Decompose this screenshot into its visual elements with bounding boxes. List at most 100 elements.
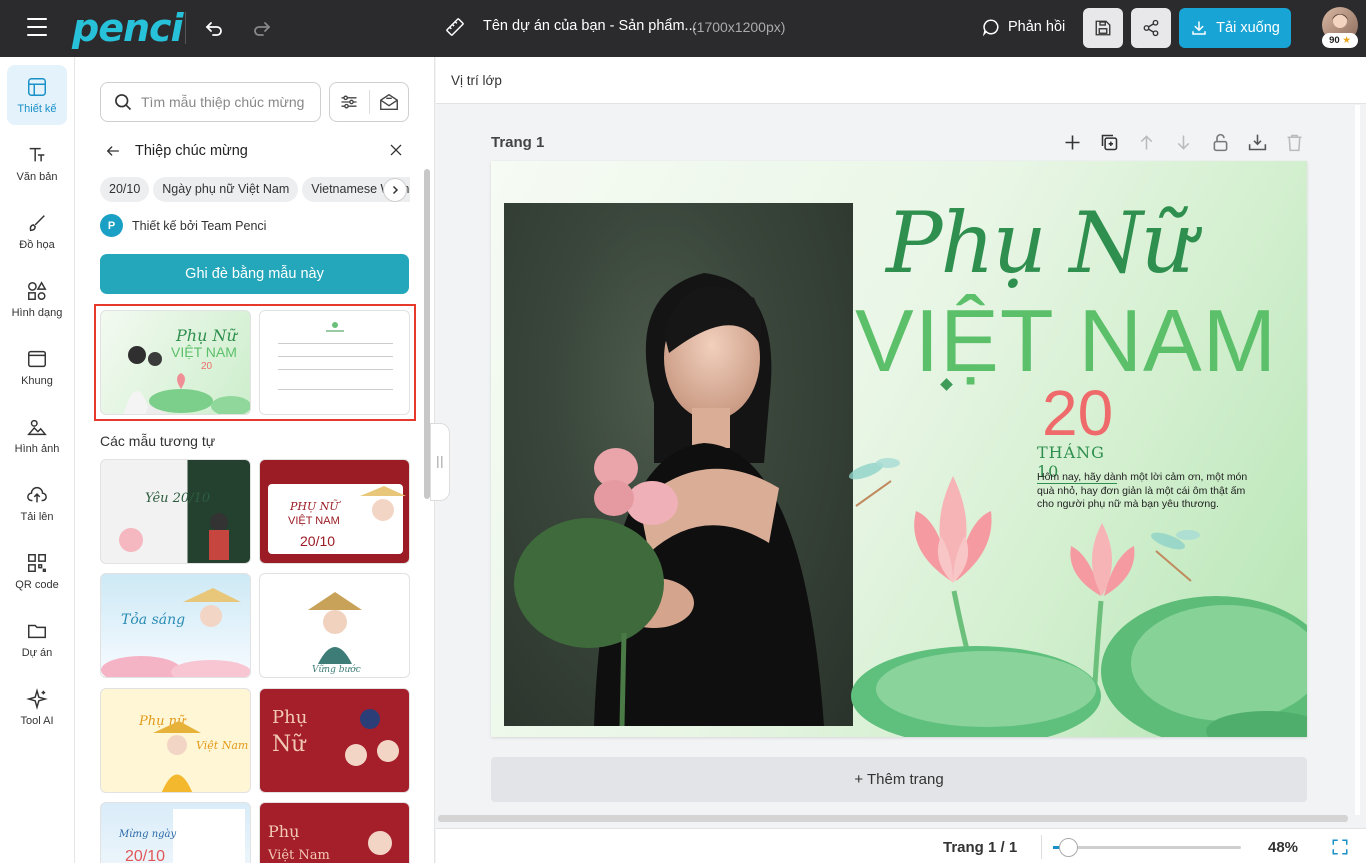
similar-template[interactable]: Phụ nữ Việt Nam [100,688,251,793]
rail-item-shapes[interactable]: Hình dạng [7,269,67,329]
top-bar: penci Tên dự án của bạn - Sản phẩm... (1… [0,0,1366,57]
zoom-slider[interactable] [1053,838,1241,857]
dragonfly-icon [1150,530,1200,582]
toolbar-divider [185,12,186,44]
similar-template[interactable]: Vững bước [259,573,410,678]
save-button[interactable] [1083,8,1123,48]
zoom-divider [1041,835,1042,859]
image-icon [27,419,47,435]
horizontal-scrollbar[interactable] [438,815,1348,822]
penci-logo[interactable]: penci [72,6,184,50]
card-main-title[interactable]: VIỆT NAM [855,297,1277,385]
rail-item-graphics[interactable]: Đồ họa [7,201,67,261]
save-icon [1095,20,1111,36]
rail-item-ai-tool[interactable]: Tool AI [7,677,67,737]
search-input[interactable] [141,94,311,110]
apply-template-button[interactable]: Ghi đè bằng mẫu này [100,254,409,294]
move-up-icon[interactable] [1136,132,1157,153]
similar-template[interactable]: Phụ Việt Nam [259,802,410,863]
page-label: Trang 1 [491,134,545,151]
zoom-slider-handle[interactable] [1059,838,1078,857]
template-page-thumbnail[interactable] [259,310,410,415]
document-title[interactable]: Tên dự án của bạn - Sản phẩm... [483,18,697,34]
portrait-photo[interactable] [504,203,853,726]
share-button[interactable] [1131,8,1171,48]
similar-template[interactable]: Phụ Nữ [259,688,410,793]
rail-label: Đồ họa [19,238,55,251]
close-icon[interactable] [388,142,404,158]
trash-icon[interactable] [1284,132,1305,153]
frame-icon [28,350,46,367]
panel-collapse-handle[interactable] [430,423,450,501]
zoom-value[interactable]: 48% [1268,839,1298,856]
sliders-icon [341,95,357,109]
tag-chip[interactable]: 20/10 [100,177,150,202]
export-page-icon[interactable] [1247,132,1268,153]
download-label: Tải xuống [1216,20,1280,36]
rail-item-upload[interactable]: Tải lên [7,473,67,533]
chevron-right-icon [392,185,399,195]
rail-label: Dự án [21,646,53,659]
similar-template[interactable]: PHỤ NỮ VIỆT NAM 20/10 [259,459,410,564]
add-page-button[interactable]: + Thêm trang [491,757,1307,802]
filter-button[interactable] [330,83,369,121]
similar-template[interactable]: Yêu 20/10 [100,459,251,564]
document-size: (1700x1200px) [692,19,786,35]
tag-chip[interactable]: Ngày phụ nữ Việt Nam [153,177,299,202]
tag-chips: 20/10Ngày phụ nữ Việt NamVietnamese Wome… [100,177,410,203]
layout-icon [28,77,46,96]
svg-text:VIỆT NAM: VIỆT NAM [171,344,237,360]
text-icon [29,147,45,161]
undo-icon[interactable] [202,16,226,40]
page-counter[interactable]: Trang 1 / 1 [943,839,1017,856]
fullscreen-icon[interactable] [1331,838,1349,856]
lock-icon[interactable] [1210,132,1231,153]
lotus-illustration[interactable] [846,441,1307,737]
rail-label: Hình dạng [11,306,63,319]
similar-template[interactable]: Mừng ngày 20/10 [100,802,251,863]
resize-ruler-icon[interactable] [444,16,466,38]
svg-text:Nữ: Nữ [272,732,307,757]
rail-item-qr[interactable]: QR code [7,541,67,601]
vertical-scrollbar[interactable] [1355,105,1360,815]
level-badge: 90 ★ [1322,33,1358,48]
rail-label: Thiết kế [17,102,57,115]
rail-item-design[interactable]: Thiết kế [7,65,67,125]
folder-icon [28,624,46,638]
add-page-icon[interactable] [1062,132,1083,153]
card-script-title[interactable]: Phụ Nữ [886,201,1195,285]
qr-icon [28,553,46,572]
chips-scroll-button[interactable] [383,178,407,202]
similar-template[interactable]: Tỏa sáng [100,573,251,678]
tool-rail: Thiết kế Văn bản Đồ họa Hình dạng Khung … [0,57,75,863]
rail-label: Văn bản [16,170,58,183]
feedback-button[interactable]: Phản hồi [982,18,1065,36]
rail-item-projects[interactable]: Dự án [7,609,67,669]
svg-text:Vững bước: Vững bước [312,664,361,675]
card-day-number[interactable]: 20 [1042,381,1113,445]
design-canvas[interactable]: Phụ Nữ VIỆT NAM 20 THÁNG 10 Hôm nay, hãy… [491,161,1307,737]
search-box[interactable] [100,82,321,122]
feedback-label: Phản hồi [1008,19,1066,35]
bottom-bar: Trang 1 / 1 48% [436,828,1366,863]
redo-icon[interactable] [250,16,274,40]
menu-icon[interactable] [27,18,47,36]
duplicate-icon[interactable] [1099,132,1120,153]
layer-position-button[interactable]: Vị trí lớp [451,73,502,88]
designer-credit: P Thiết kế bởi Team Penci [100,214,266,237]
level-badge-value: 90 [1329,35,1340,46]
back-button[interactable]: Thiệp chúc mừng [105,143,248,159]
rail-item-images[interactable]: Hình ảnh [7,405,67,465]
page-toolbar [1062,132,1305,153]
move-down-icon[interactable] [1173,132,1194,153]
card-type-button[interactable] [369,83,408,121]
template-page-thumbnail[interactable]: Phụ Nữ VIỆT NAM 20 [100,310,251,415]
rail-item-frame[interactable]: Khung [7,337,67,397]
rail-item-text[interactable]: Văn bản [7,133,67,193]
filter-group [329,82,409,122]
search-icon [115,94,132,111]
svg-text:Phụ Nữ: Phụ Nữ [175,326,238,345]
designer-avatar: P [100,214,123,237]
download-button[interactable]: Tải xuống [1179,8,1291,48]
svg-text:Việt Nam: Việt Nam [267,848,330,863]
